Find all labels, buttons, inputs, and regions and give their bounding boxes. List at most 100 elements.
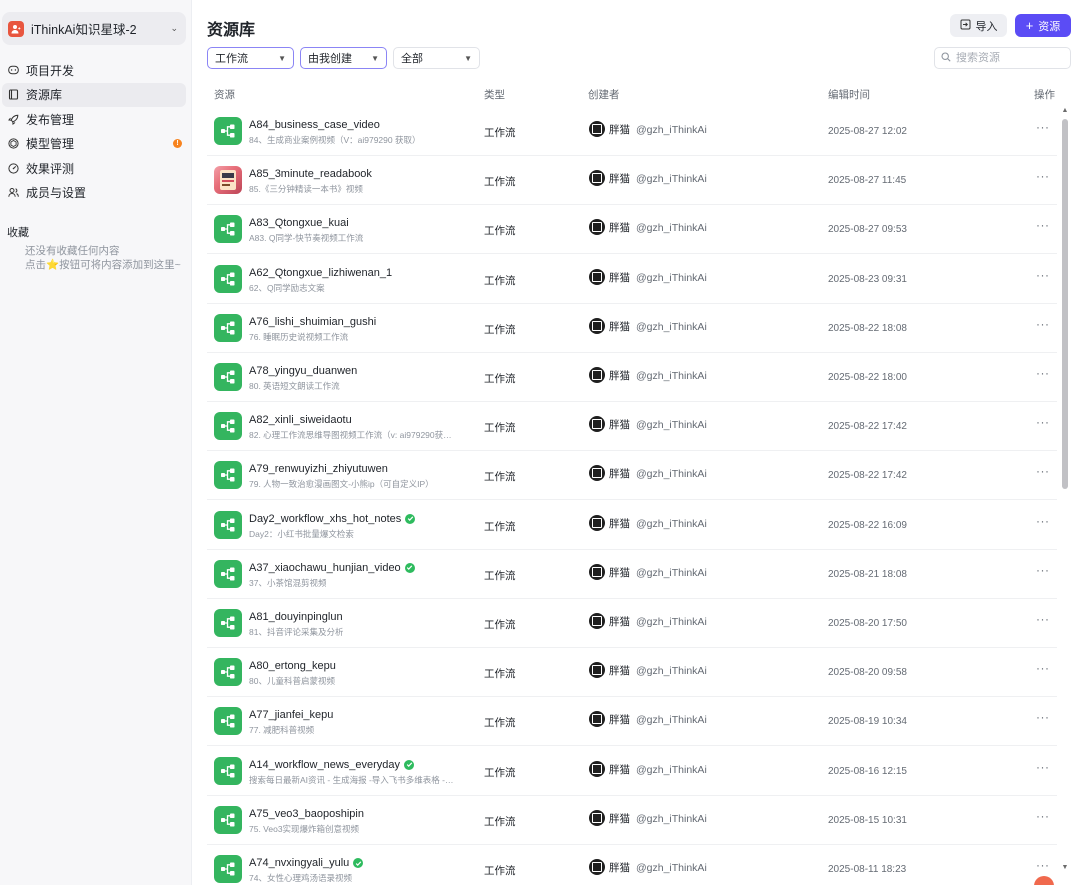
more-actions-icon[interactable]: ··· [1036,415,1050,429]
resource-name-text: A37_xiaochawu_hunjian_video [249,561,401,574]
resource-name[interactable]: A85_3minute_readabook [249,168,372,180]
creator-handle: @gzh_iThinkAi [636,468,707,481]
more-actions-icon[interactable]: ··· [1036,366,1050,380]
resource-name[interactable]: A74_nvxingyali_yulu [249,857,364,869]
workflow-icon [214,805,242,834]
creator-handle: @gzh_iThinkAi [636,271,707,284]
resource-name[interactable]: A75_veo3_baoposhipin [249,808,364,820]
table-row[interactable]: A37_xiaochawu_hunjian_video 37、小茶馆混剪视频 工作流… [207,550,1057,599]
table-row[interactable]: Day2_workflow_xhs_hot_notes Day2：小红书批量爆文检… [207,501,1057,550]
more-actions-icon[interactable]: ··· [1036,268,1050,282]
more-actions-icon[interactable]: ··· [1036,661,1050,675]
table-row[interactable]: A62_Qtongxue_lizhiwenan_1 62、Q同学励志文案 工作流 胖猫… [207,255,1057,304]
creator-name-text: 胖猫 [609,862,630,874]
resource-name-text: A78_yingyu_duanwen [249,365,358,377]
resource-name[interactable]: A77_jianfei_kepu [249,709,333,721]
column-header-type[interactable]: 类型 [484,87,505,102]
resource-name[interactable]: Day2_workflow_xhs_hot_notes [249,513,416,525]
creator-avatar [589,465,605,482]
resource-name[interactable]: A82_xinli_siweidaotu [249,414,352,426]
creator-handle: @gzh_iThinkAi [636,173,707,186]
table-row[interactable]: A77_jianfei_kepu 77. 减肥科普视频 工作流 胖猫 @gzh_iThi… [207,697,1057,747]
table-row[interactable]: A82_xinli_siweidaotu 82. 心理工作流思维导图视频工作流（v… [207,402,1057,452]
workspace-switcher[interactable]: iThinkAi知识星球-2 ⌄ [2,12,186,45]
creator-handle: @gzh_iThinkAi [636,517,707,530]
resource-name[interactable]: A78_yingyu_duanwen [249,365,357,377]
scroll-up-icon[interactable]: ▲ [1061,107,1069,115]
table-row[interactable]: A85_3minute_readabook 85.《三分钟精读一本书》视频 工作流 胖… [207,156,1057,206]
resource-name[interactable]: A83_Qtongxue_kuai [249,217,349,229]
workflow-icon [214,756,242,785]
import-button[interactable]: 导入 [950,14,1007,37]
table-row[interactable]: A84_business_case_video 84、生成商业案例视频（V：ai9… [207,107,1057,156]
creator-handle: @gzh_iThinkAi [636,763,707,776]
resource-type: 工作流 [484,422,516,435]
more-actions-icon[interactable]: ··· [1036,464,1050,478]
resource-name[interactable]: A79_renwuyizhi_zhiyutuwen [249,463,388,475]
rocket-icon [7,113,19,125]
resource-name[interactable]: A37_xiaochawu_hunjian_video [249,562,415,574]
table-row[interactable]: A80_ertong_kepu 80、儿童科普启蒙视频 工作流 胖猫 @gzh_iThi… [207,648,1057,698]
table-row[interactable]: A83_Qtongxue_kuai A83. Q同学-快节奏视频工作流 工作流 胖猫 @… [207,205,1057,255]
sidebar-item-project[interactable]: 项目开发 [2,58,186,82]
resource-name[interactable]: A62_Qtongxue_lizhiwenan_1 [249,267,392,279]
resource-description: 74、女性心理鸡汤语录视频 [249,873,352,883]
scroll-down-icon[interactable]: ▼ [1061,864,1069,872]
search-box[interactable] [934,47,1071,69]
sidebar-item-members[interactable]: 成员与设置 [2,181,186,205]
column-header-creator[interactable]: 创建者 [588,87,620,102]
column-header-edited[interactable]: 编辑时间 [828,87,870,102]
workflow-icon [214,658,242,687]
more-actions-icon[interactable]: ··· [1036,809,1050,823]
table-row[interactable]: A78_yingyu_duanwen 80. 英语短文朗读工作流 工作流 胖猫 @gzh… [207,353,1057,402]
scrollbar-thumb[interactable] [1062,119,1068,489]
resource-name[interactable]: A81_douyinpinglun [249,611,343,623]
more-actions-icon[interactable]: ··· [1036,563,1050,577]
creator-name: 胖猫 @gzh_iThinkAi [609,319,707,334]
creator-avatar [589,121,605,137]
edited-time: 2025-08-22 16:09 [828,519,907,531]
vertical-scrollbar[interactable]: ▲ ▼ [1061,107,1069,877]
add-resource-button[interactable]: + 资源 [1015,14,1071,37]
sidebar-item-model[interactable]: 模型管理 ! [2,132,186,156]
type-filter-select[interactable]: 工作流 ▼ [207,47,294,69]
table-row[interactable]: A74_nvxingyali_yulu 74、女性心理鸡汤语录视频 工作流 胖猫 @gz… [207,845,1057,885]
chevron-down-icon: ⌄ [170,23,178,33]
add-resource-label: 资源 [1038,20,1061,33]
more-actions-icon[interactable]: ··· [1036,120,1050,134]
creator-filter-select[interactable]: 由我创建 ▼ [300,47,387,69]
sidebar-item-eval[interactable]: 效果评测 [2,156,186,180]
sidebar-nav: 项目开发 资源库 发布管理 模型管理 ! 效果评测 成员与设置 [0,58,192,205]
more-actions-icon[interactable]: ··· [1036,612,1050,626]
edited-time: 2025-08-27 09:53 [828,224,907,236]
creator-avatar [589,514,605,531]
search-input[interactable] [956,52,1066,64]
creator-name-text: 胖猫 [609,812,630,825]
more-actions-icon[interactable]: ··· [1036,169,1050,183]
creator-name: 胖猫 @gzh_iThinkAi [609,614,707,629]
status-filter-select[interactable]: 全部 ▼ [393,47,480,69]
more-actions-icon[interactable]: ··· [1036,760,1050,774]
more-actions-icon[interactable]: ··· [1036,858,1050,872]
more-actions-icon[interactable]: ··· [1036,218,1050,232]
resource-name[interactable]: A76_lishi_shuimian_gushi [249,316,376,328]
creator-avatar [589,613,605,629]
table-row[interactable]: A14_workflow_news_everyday 搜索每日最新AI资讯 - 生… [207,747,1057,796]
table-row[interactable]: A81_douyinpinglun 81、抖音评论采集及分析 工作流 胖猫 @gzh_i… [207,599,1057,648]
more-actions-icon[interactable]: ··· [1036,317,1050,331]
table-row[interactable]: A79_renwuyizhi_zhiyutuwen 79. 人物一致治愈漫画图文-… [207,451,1057,501]
creator-name: 胖猫 @gzh_iThinkAi [609,466,707,481]
sidebar-item-library[interactable]: 资源库 [2,82,186,107]
resource-name[interactable]: A80_ertong_kepu [249,660,336,672]
table-row[interactable]: A76_lishi_shuimian_gushi 76. 睡眠历史说视频工作流 工作… [207,304,1057,353]
more-actions-icon[interactable]: ··· [1036,710,1050,724]
resource-name[interactable]: A14_workflow_news_everyday [249,759,415,771]
more-actions-icon[interactable]: ··· [1036,514,1050,528]
table-row[interactable]: A75_veo3_baoposhipin 75. Veo3实现爆炸箱创意视频 工作流… [207,796,1057,845]
workflow-icon [214,609,242,637]
resource-name[interactable]: A84_business_case_video [249,119,380,131]
plus-icon: + [1025,18,1034,33]
creator-avatar [589,317,605,334]
sidebar-item-publish[interactable]: 发布管理 [2,107,186,131]
column-header-resource[interactable]: 资源 [214,87,235,102]
